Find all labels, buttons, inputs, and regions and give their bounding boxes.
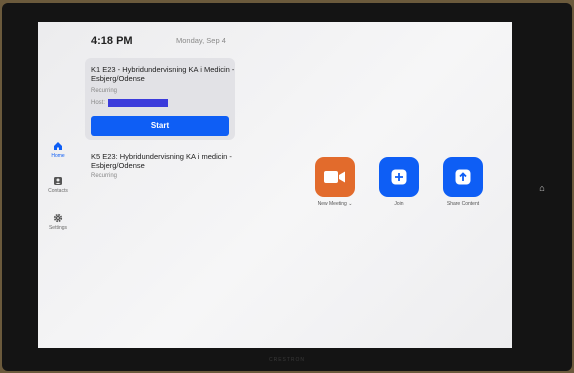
join-button[interactable] (379, 157, 419, 197)
sidebar-item-settings[interactable]: Settings (38, 213, 78, 231)
meeting-title: K1 E23 - Hybridundervisning KA i Medicin… (91, 65, 235, 83)
upload-arrow-icon (455, 169, 471, 185)
share-content-button[interactable] (443, 157, 483, 197)
new-meeting-action[interactable]: New Meeting ⌄ (305, 157, 365, 207)
share-content-action[interactable]: Share Content (433, 157, 493, 207)
settings-icon (53, 213, 63, 223)
host-name-redacted (108, 99, 168, 107)
meeting-title: K5 E23: Hybridundervisning KA i medicin … (91, 152, 232, 170)
meeting-recurrence: Recurring (91, 88, 118, 94)
touch-screen: Home Contacts Settings 4:18 PM Monday, S… (38, 22, 512, 348)
meeting-recurrence: Recurring (91, 173, 118, 179)
sidebar-item-home[interactable]: Home (38, 141, 78, 159)
video-camera-icon (324, 171, 345, 183)
share-content-label: Share Content (446, 201, 480, 207)
device-brand: CRESTRON (268, 357, 306, 363)
clock-time: 4:18 PM (91, 35, 133, 47)
plus-icon (391, 169, 407, 185)
contacts-icon (54, 177, 62, 185)
sidebar: Home Contacts Settings (38, 22, 78, 348)
new-meeting-label: New Meeting ⌄ (317, 201, 353, 207)
sidebar-item-label: Contacts (48, 188, 68, 194)
sidebar-item-label: Home (51, 153, 65, 159)
new-meeting-button[interactable] (315, 157, 355, 197)
clock-date: Monday, Sep 4 (176, 36, 226, 45)
sidebar-item-label: Settings (48, 225, 68, 231)
meeting-card-selected[interactable]: K1 E23 - Hybridundervisning KA i Medicin… (85, 58, 235, 140)
sidebar-item-contacts[interactable]: Contacts (38, 176, 78, 194)
meeting-host-label: Host: (91, 100, 106, 106)
join-action[interactable]: Join (369, 157, 429, 207)
device-home-icon[interactable]: ⌂ (537, 183, 547, 193)
start-meeting-button[interactable]: Start (91, 116, 229, 136)
join-label: Join (394, 201, 404, 207)
chevron-down-icon: ⌄ (348, 201, 353, 207)
home-icon (54, 142, 62, 150)
